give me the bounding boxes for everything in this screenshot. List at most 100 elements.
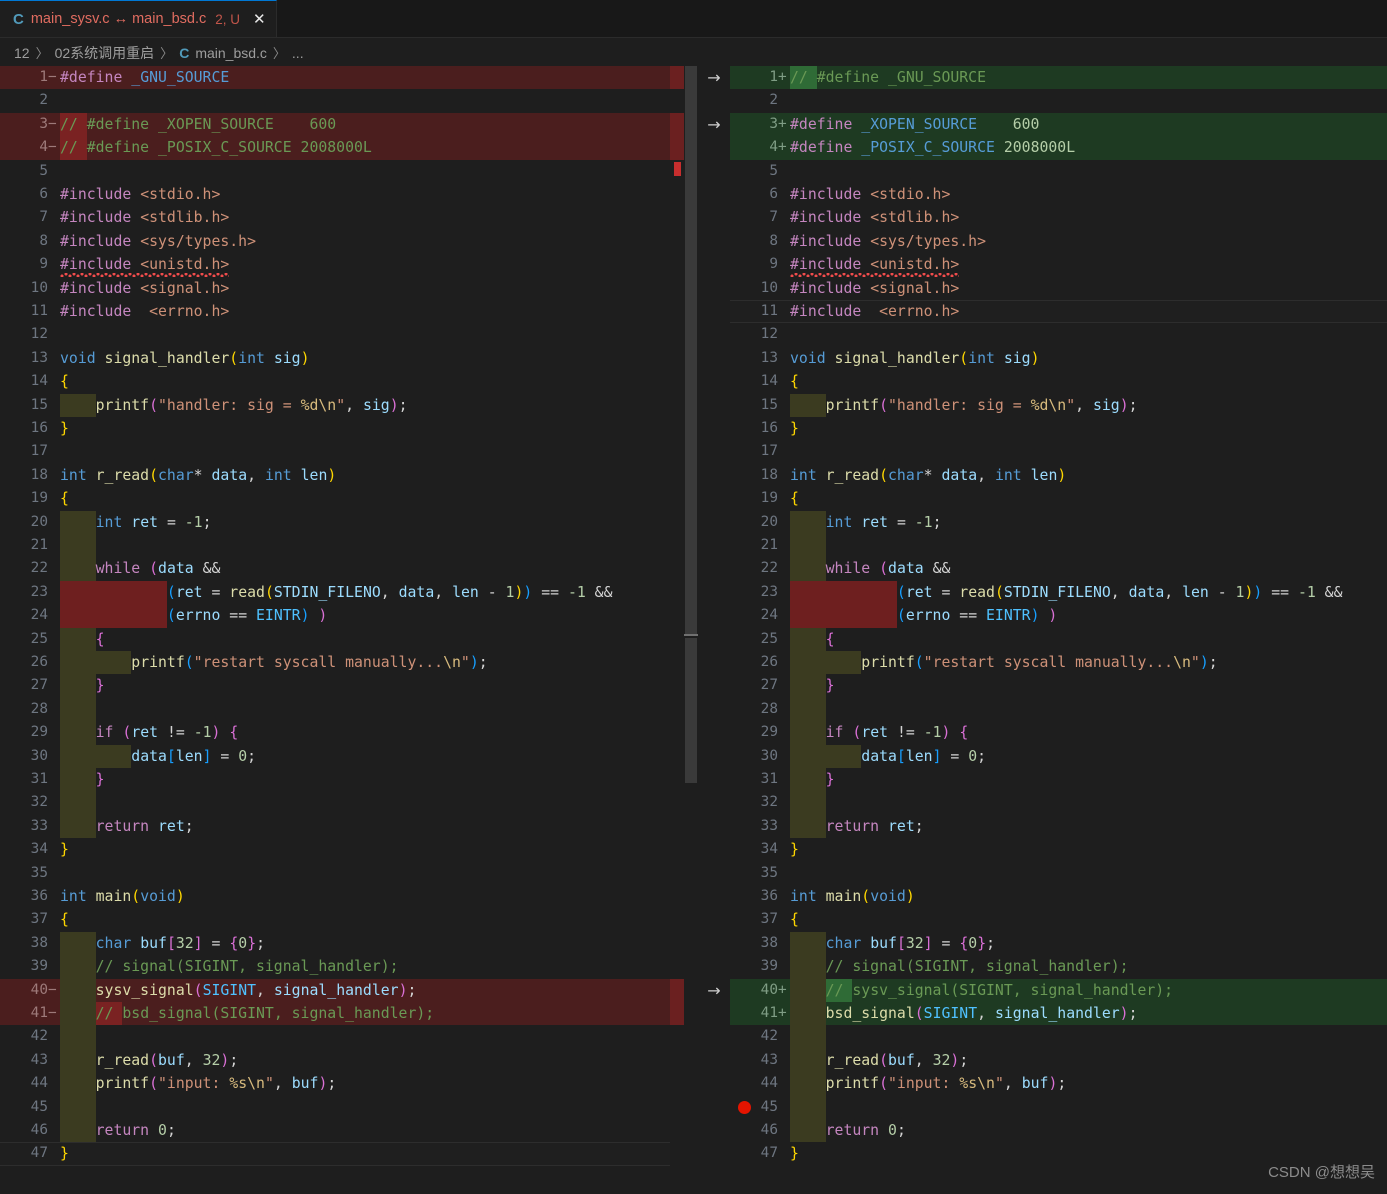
code-line[interactable]: 23 (ret = read(STDIN_FILENO, data, len -… — [730, 580, 1387, 605]
code-line[interactable]: 4 + #define _POSIX_C_SOURCE 2008000L — [730, 136, 1387, 160]
code-line[interactable]: 41 + bsd_signal(SIGINT, signal_handler); — [730, 1002, 1387, 1026]
code-line[interactable]: 15 printf("handler: sig = %d\n", sig); — [0, 393, 670, 417]
code-line[interactable]: 8 #include <sys/types.h> — [0, 230, 670, 253]
code-line[interactable]: 30 data[len] = 0; — [0, 744, 670, 768]
code-line[interactable]: 4−// #define _POSIX_C_SOURCE 2008000L — [0, 136, 670, 160]
code-line[interactable]: 1 +// #define _GNU_SOURCE — [730, 66, 1387, 90]
code-line[interactable]: 33 return ret; — [0, 814, 670, 839]
code-line[interactable]: 32 — [730, 791, 1387, 815]
breadcrumb-item-1[interactable]: 02系统调用重启 — [55, 43, 155, 63]
code-line[interactable]: 46 return 0; — [0, 1119, 670, 1143]
diff-change-arrows-gutter[interactable]: → → → — [698, 66, 730, 1194]
code-line[interactable]: 36 int main(void) — [730, 885, 1387, 908]
code-line[interactable]: 7 #include <stdlib.h> — [730, 206, 1387, 229]
diff-change-arrow-icon[interactable]: → — [702, 113, 726, 136]
code-line[interactable]: 44 printf("input: %s\n", buf); — [730, 1072, 1387, 1096]
code-line[interactable]: 26 printf("restart syscall manually...\n… — [0, 651, 670, 675]
code-line[interactable]: 11 #include <errno.h> — [730, 300, 1387, 324]
code-line[interactable]: 44 printf("input: %s\n", buf); — [0, 1072, 670, 1096]
diff-change-arrow-icon[interactable]: → — [702, 979, 726, 1002]
breadcrumb-item-2[interactable]: main_bsd.c — [195, 45, 267, 61]
breadcrumb-item-3[interactable]: ... — [292, 45, 304, 61]
code-line[interactable]: 12 — [0, 323, 670, 346]
code-line[interactable]: 9 #include <unistd.h> — [730, 253, 1387, 277]
code-line[interactable]: 8 #include <sys/types.h> — [730, 230, 1387, 253]
code-line[interactable]: 28 — [730, 697, 1387, 722]
code-line[interactable]: 45 — [730, 1095, 1387, 1119]
code-line[interactable]: 29 if (ret != -1) { — [730, 721, 1387, 745]
code-line[interactable]: 10 #include <signal.h> — [730, 277, 1387, 300]
code-line[interactable]: 22 while (data && — [730, 557, 1387, 581]
code-line[interactable]: 28 — [0, 697, 670, 722]
code-line[interactable]: 7 #include <stdlib.h> — [0, 206, 670, 229]
code-line[interactable]: 27 } — [730, 674, 1387, 698]
code-line[interactable]: 6 #include <stdio.h> — [0, 183, 670, 206]
code-line[interactable]: 39 // signal(SIGINT, signal_handler); — [730, 955, 1387, 979]
code-line[interactable]: 2 — [730, 89, 1387, 112]
code-line[interactable]: 37 { — [730, 908, 1387, 931]
code-line[interactable]: 1− #define _GNU_SOURCE — [0, 66, 670, 90]
code-line[interactable]: 39 // signal(SIGINT, signal_handler); — [0, 955, 670, 979]
code-line[interactable]: 3−// #define _XOPEN_SOURCE 600 — [0, 112, 670, 137]
code-line[interactable]: 6 #include <stdio.h> — [730, 183, 1387, 206]
code-line[interactable]: 34} — [0, 838, 670, 861]
code-line[interactable]: 20 int ret = -1; — [0, 510, 670, 534]
code-line[interactable]: 41− // bsd_signal(SIGINT, signal_handler… — [0, 1002, 670, 1026]
code-line[interactable]: 5 — [730, 160, 1387, 183]
code-line[interactable]: 40 + // sysv_signal(SIGINT, signal_handle… — [730, 978, 1387, 1002]
code-line[interactable]: 9 #include <unistd.h> — [0, 253, 670, 277]
code-line[interactable]: 32 — [0, 791, 670, 815]
code-line[interactable]: 21 — [730, 534, 1387, 558]
code-line[interactable]: 35 — [730, 862, 1387, 885]
code-line[interactable]: 16} — [0, 417, 670, 440]
code-line[interactable]: 10 #include <signal.h> — [0, 277, 670, 300]
code-line[interactable]: 16} — [730, 417, 1387, 440]
code-line[interactable]: 27 } — [0, 674, 670, 698]
vertical-scrollbar-thumb-secondary[interactable] — [685, 638, 697, 783]
code-line[interactable]: 19 { — [0, 487, 670, 510]
code-line[interactable]: 43 r_read(buf, 32); — [0, 1048, 670, 1073]
original-vertical-scrollbar[interactable] — [684, 66, 698, 1194]
code-line[interactable]: 13 void signal_handler(int sig) — [0, 347, 670, 370]
code-line[interactable]: 35 — [0, 862, 670, 885]
code-line[interactable]: 31 } — [0, 768, 670, 792]
code-line[interactable]: 5 — [0, 160, 670, 183]
diff-change-arrow-icon[interactable]: → — [702, 66, 726, 89]
code-line[interactable]: 13 void signal_handler(int sig) — [730, 347, 1387, 370]
code-line[interactable]: 18 int r_read(char* data, int len) — [730, 464, 1387, 487]
code-line[interactable]: 17 — [730, 440, 1387, 463]
code-line[interactable]: 31 } — [730, 768, 1387, 792]
close-icon[interactable]: ✕ — [253, 10, 266, 28]
code-line[interactable]: 2 — [0, 89, 670, 112]
code-line[interactable]: 38 char buf[32] = {0}; — [0, 931, 670, 956]
code-line[interactable]: 36 int main(void) — [0, 885, 670, 908]
code-line[interactable]: 46 return 0; — [730, 1119, 1387, 1143]
code-line[interactable]: 15 printf("handler: sig = %d\n", sig); — [730, 393, 1387, 417]
code-line[interactable]: 14 { — [0, 370, 670, 393]
original-overview-ruler[interactable] — [670, 66, 684, 1194]
code-line[interactable]: 25 { — [0, 627, 670, 651]
code-line[interactable]: 11 #include <errno.h> — [0, 300, 670, 323]
code-line[interactable]: 22 while (data && — [0, 557, 670, 581]
code-line[interactable]: 47} — [0, 1142, 670, 1166]
code-line[interactable]: 30 data[len] = 0; — [730, 744, 1387, 768]
code-line[interactable]: 45 — [0, 1095, 670, 1119]
code-line[interactable]: 43 r_read(buf, 32); — [730, 1048, 1387, 1073]
code-line[interactable]: 21 — [0, 534, 670, 558]
code-line[interactable]: 34} — [730, 838, 1387, 861]
code-line[interactable]: 37 { — [0, 908, 670, 931]
vertical-scrollbar-thumb[interactable] — [685, 66, 697, 636]
code-line[interactable]: 24 (errno == EINTR) ) — [0, 604, 670, 628]
code-line[interactable]: 38 char buf[32] = {0}; — [730, 931, 1387, 956]
code-line[interactable]: 42 — [730, 1025, 1387, 1049]
code-line[interactable]: 19 { — [730, 487, 1387, 510]
tab-main-sysv-vs-main-bsd[interactable]: C main_sysv.c ↔ main_bsd.c 2, U ✕ — [0, 0, 277, 37]
diff-pane-original[interactable]: 1− #define _GNU_SOURCE 2 3−// #define _XOPE… — [0, 66, 670, 1194]
breakpoint-icon[interactable] — [738, 1100, 751, 1114]
code-line[interactable]: 3 + #define _XOPEN_SOURCE 600 — [730, 112, 1387, 137]
code-line[interactable]: 24 (errno == EINTR) ) — [730, 604, 1387, 628]
code-line[interactable]: 23 (ret = read(STDIN_FILENO, data, len -… — [0, 580, 670, 605]
diff-pane-modified[interactable]: 1 +// #define _GNU_SOURCE 2 3 + #define _XOPE… — [730, 66, 1387, 1194]
code-line[interactable]: 14 { — [730, 370, 1387, 393]
code-line[interactable]: 42 — [0, 1025, 670, 1049]
